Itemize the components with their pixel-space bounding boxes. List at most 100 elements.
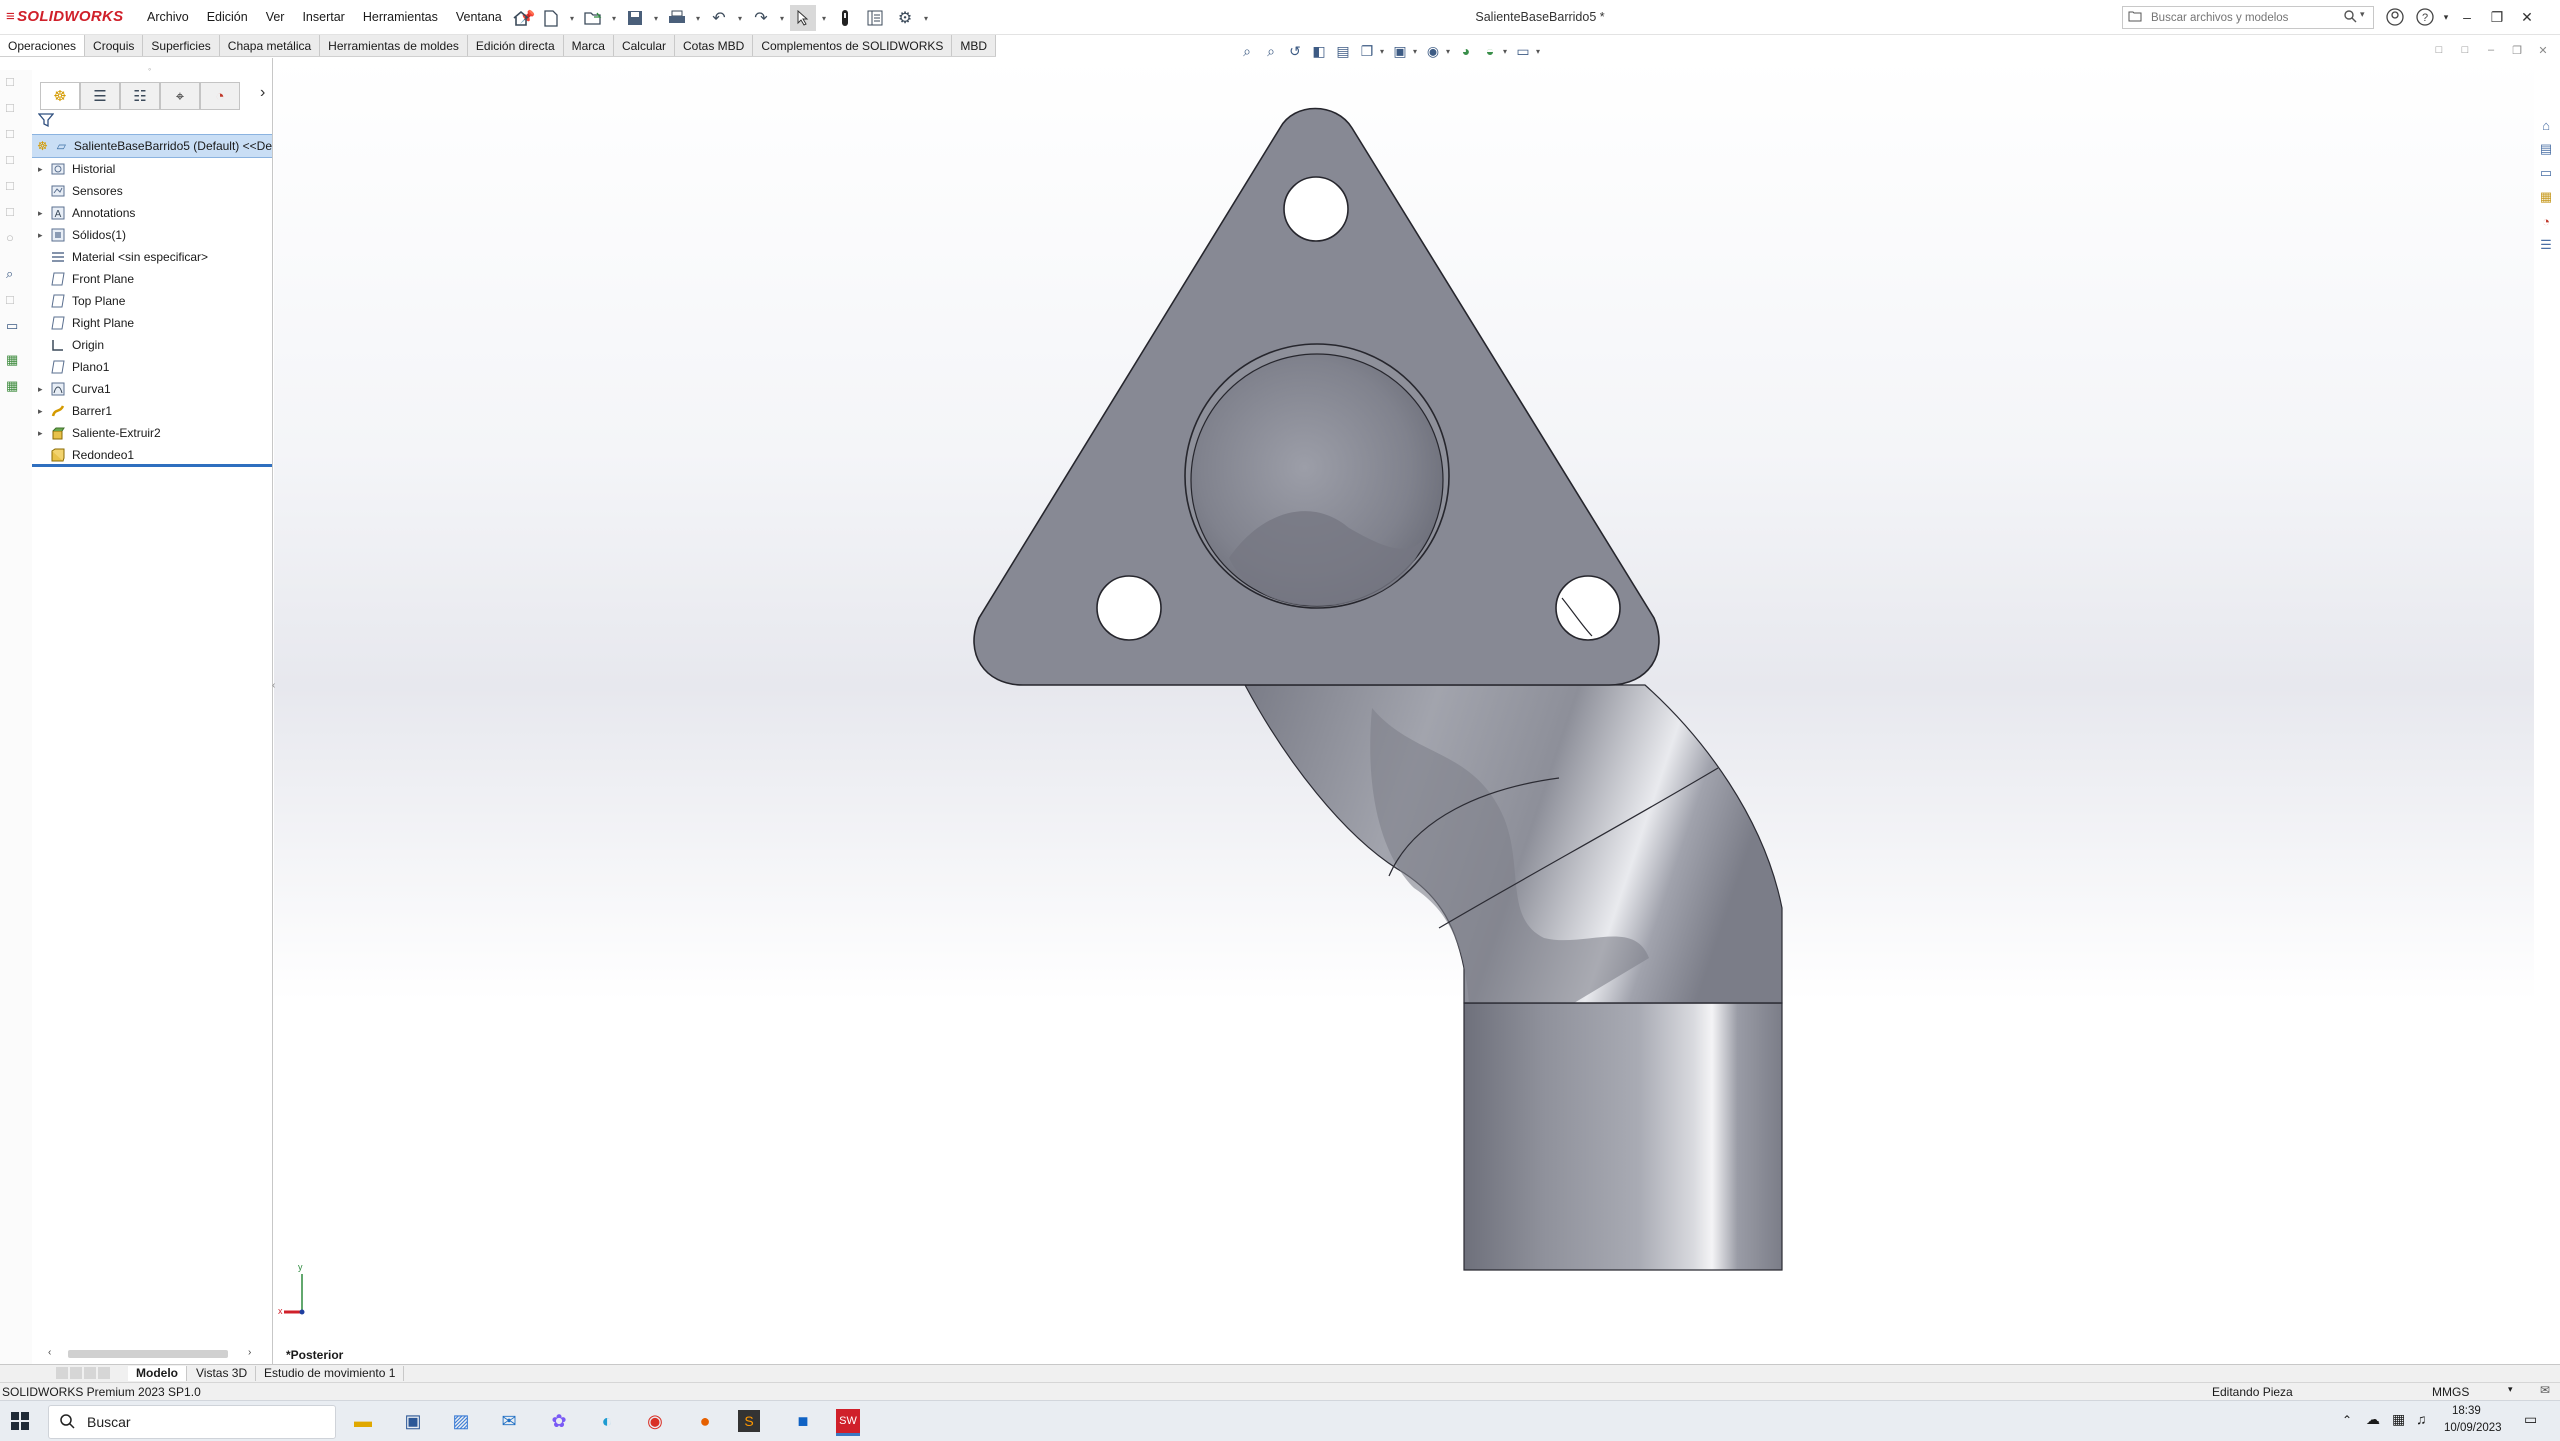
save-icon[interactable] — [622, 5, 648, 31]
options-gear-icon[interactable]: ⚙ — [892, 5, 918, 31]
tab-cotas-mbd[interactable]: Cotas MBD — [674, 35, 754, 56]
design-library-icon[interactable]: ▤ — [2535, 138, 2557, 160]
viewport-tile-icon[interactable]: □ — [2430, 42, 2448, 58]
close-icon[interactable]: ✕ — [2512, 4, 2542, 30]
viewport-split-icon[interactable]: □ — [2456, 42, 2474, 58]
tab-estudio-de-movimiento[interactable]: Estudio de movimiento 1 — [256, 1366, 405, 1381]
tab-chapa-metalica[interactable]: Chapa metálica — [219, 35, 321, 56]
tab-marca[interactable]: Marca — [563, 35, 614, 56]
file-properties-icon[interactable] — [862, 5, 888, 31]
strip-tool-3-icon[interactable]: □ — [6, 126, 26, 144]
menu-edicion[interactable]: Edición — [198, 7, 257, 29]
display-style-dropdown-icon[interactable]: ▾ — [1413, 47, 1420, 56]
dynamic-annotation-icon[interactable]: ▤ — [1332, 40, 1354, 62]
tray-volume-icon[interactable]: ♫ — [2416, 1411, 2427, 1427]
solidworks-logo[interactable]: ≡ SOLIDWORKS — [6, 8, 123, 28]
menu-archivo[interactable]: Archivo — [138, 7, 198, 29]
tree-item-historial[interactable]: ▸ Historial — [32, 158, 272, 180]
tree-item-plano1[interactable]: Plano1 — [32, 356, 272, 378]
units-selector[interactable]: MMGS — [2432, 1385, 2469, 1399]
appearances-icon[interactable]: ◔ — [2535, 210, 2557, 232]
expand-arrow-icon[interactable]: ▸ — [38, 208, 50, 219]
edit-appearance-icon[interactable]: ◕ — [1455, 40, 1477, 62]
tree-item-redondeo1[interactable]: Redondeo1 — [32, 444, 272, 466]
options-dropdown-icon[interactable]: ▾ — [922, 5, 930, 31]
tab-operaciones[interactable]: Operaciones — [0, 35, 86, 56]
open-document-icon[interactable] — [580, 5, 606, 31]
solidworks-app-icon[interactable]: SW — [836, 1409, 860, 1436]
open-dropdown-icon[interactable]: ▾ — [610, 5, 618, 31]
tab-edicion-directa[interactable]: Edición directa — [467, 35, 564, 56]
tree-item-saliente-extruir2[interactable]: ▸ Saliente-Extruir2 — [32, 422, 272, 444]
undo-dropdown-icon[interactable]: ▾ — [736, 5, 744, 31]
menu-insertar[interactable]: Insertar — [293, 7, 353, 29]
tree-item-solidos[interactable]: ▸ Sólidos(1) — [32, 224, 272, 246]
tab-croquis[interactable]: Croquis — [85, 35, 144, 56]
display-style-icon[interactable]: ▣ — [1389, 40, 1411, 62]
scroll-thumb[interactable] — [68, 1350, 228, 1358]
strip-tool-5-icon[interactable]: □ — [6, 178, 26, 196]
taskbar-search[interactable]: Buscar — [48, 1405, 336, 1439]
new-document-icon[interactable] — [538, 5, 564, 31]
mail-app-icon[interactable]: ✉ — [494, 1407, 524, 1435]
chrome-browser-icon[interactable]: ◉ — [640, 1407, 670, 1435]
undo-icon[interactable]: ↶ — [706, 5, 732, 31]
tree-item-curva1[interactable]: ▸ Curva1 — [32, 378, 272, 400]
search-icon[interactable] — [2343, 9, 2357, 26]
save-dropdown-icon[interactable]: ▾ — [652, 5, 660, 31]
help-icon[interactable]: ? — [2410, 4, 2440, 30]
view-palette-icon[interactable]: ▦ — [2535, 186, 2557, 208]
tray-cloud-icon[interactable]: ☁ — [2366, 1411, 2380, 1428]
file-explorer-icon[interactable]: ▭ — [2535, 162, 2557, 184]
tab-modelo[interactable]: Modelo — [128, 1366, 187, 1381]
viewport-close-icon[interactable]: ✕ — [2534, 42, 2552, 58]
home-icon[interactable] — [508, 5, 534, 31]
tab-scroll-last-icon[interactable] — [98, 1367, 110, 1379]
redo-icon[interactable]: ↷ — [748, 5, 774, 31]
tree-item-top-plane[interactable]: Top Plane — [32, 290, 272, 312]
firefox-browser-icon[interactable]: ● — [690, 1407, 720, 1435]
tree-root-part[interactable]: ☸ ▱ SalienteBaseBarrido5 (Default) <<De — [32, 134, 272, 158]
menu-ver[interactable]: Ver — [257, 7, 294, 29]
graphics-area[interactable]: y x *Posterior — [274, 58, 2534, 1368]
apply-scene-icon[interactable]: ◒ — [1479, 40, 1501, 62]
tree-item-barrer1[interactable]: ▸ Barrer1 — [32, 400, 272, 422]
help-dropdown-icon[interactable]: ▾ — [2440, 4, 2452, 30]
previous-view-icon[interactable]: ↺ — [1284, 40, 1306, 62]
strip-tool-4-icon[interactable]: □ — [6, 152, 26, 170]
view-settings-dropdown-icon[interactable]: ▾ — [1536, 47, 1543, 56]
rebuild-icon[interactable] — [832, 5, 858, 31]
user-account-icon[interactable] — [2380, 4, 2410, 30]
copilot-app-icon[interactable]: ✿ — [544, 1407, 574, 1435]
edge-browser-icon[interactable]: ◐ — [592, 1407, 622, 1435]
expand-arrow-icon[interactable]: ▸ — [38, 406, 50, 417]
print-icon[interactable] — [664, 5, 690, 31]
new-dropdown-icon[interactable]: ▾ — [568, 5, 576, 31]
strip-tool-8-icon[interactable]: □ — [6, 292, 26, 310]
hide-show-dropdown-icon[interactable]: ▾ — [1446, 47, 1453, 56]
tray-time[interactable]: 18:39 — [2452, 1405, 2481, 1417]
tab-complementos[interactable]: Complementos de SOLIDWORKS — [753, 35, 953, 56]
tab-mbd[interactable]: MBD — [952, 35, 997, 56]
strip-grid-2-icon[interactable]: ▦ — [6, 378, 26, 396]
scroll-right-icon[interactable]: › — [248, 1347, 251, 1358]
tray-date[interactable]: 10/09/2023 — [2444, 1422, 2502, 1434]
restore-icon[interactable]: ❐ — [2482, 4, 2512, 30]
windows-start-icon[interactable] — [10, 1411, 32, 1433]
select-dropdown-icon[interactable]: ▾ — [820, 5, 828, 31]
tab-calcular[interactable]: Calcular — [613, 35, 675, 56]
minimize-icon[interactable]: – — [2452, 4, 2482, 30]
search-box[interactable]: ▾ — [2122, 6, 2374, 29]
strip-grid-icon[interactable]: ▦ — [6, 352, 26, 370]
tree-horizontal-scrollbar[interactable]: ‹ › — [48, 1347, 258, 1359]
solidworks-resources-icon[interactable]: ⌂ — [2535, 114, 2557, 136]
hide-show-items-icon[interactable]: ◉ — [1422, 40, 1444, 62]
file-explorer-app-icon[interactable]: ▬ — [348, 1407, 378, 1435]
tab-vistas-3d[interactable]: Vistas 3D — [188, 1366, 257, 1381]
outlook-app-icon[interactable]: ■ — [788, 1407, 818, 1435]
tab-scroll-first-icon[interactable] — [56, 1367, 68, 1379]
tree-item-annotations[interactable]: ▸ A Annotations — [32, 202, 272, 224]
tab-dimxpert-manager[interactable]: ⌖ — [160, 82, 200, 110]
view-selector-dropdown-icon[interactable]: ▾ — [1380, 47, 1387, 56]
tab-scroll-prev-icon[interactable] — [70, 1367, 82, 1379]
